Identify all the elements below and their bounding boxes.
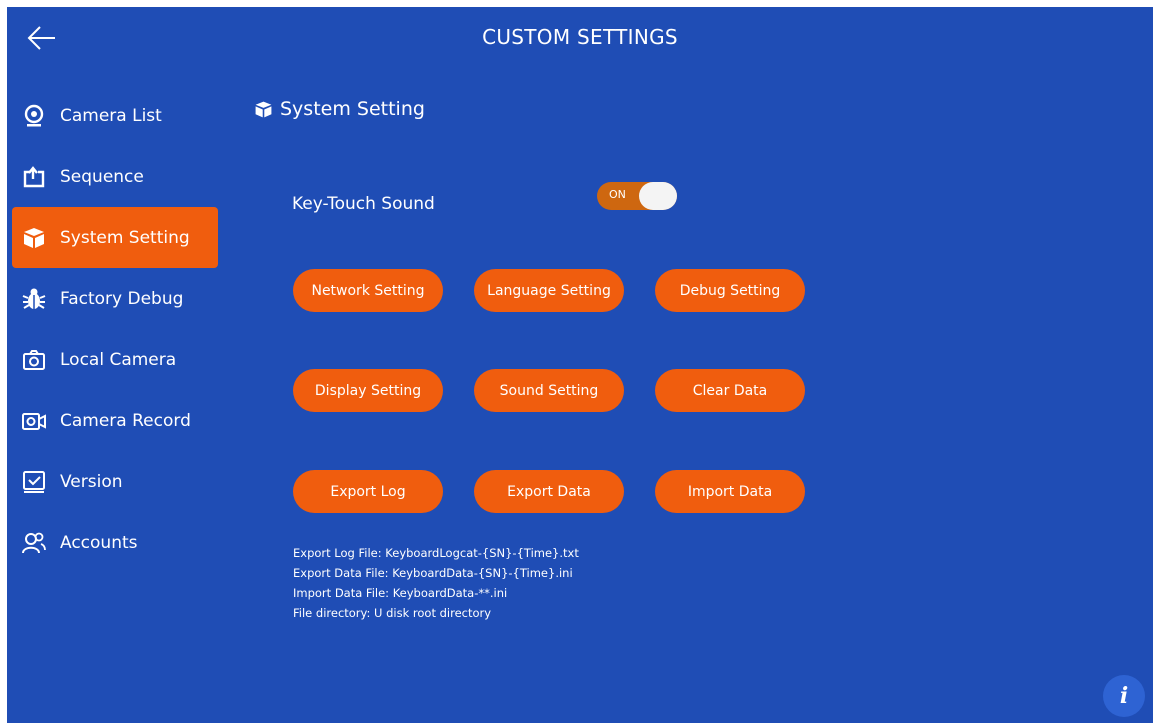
sidebar-item-label: Camera Record [60,410,191,431]
section-title-label: System Setting [280,98,425,120]
users-icon [22,531,46,555]
webcam-icon [22,104,46,128]
info-icon: i [1119,683,1129,709]
version-icon [22,470,46,494]
info-button[interactable]: i [1103,675,1145,717]
display-setting-button[interactable]: Display Setting [293,369,443,412]
language-setting-button[interactable]: Language Setting [474,269,624,312]
sidebar-item-label: System Setting [60,227,190,248]
sidebar-item-camera-record[interactable]: Camera Record [12,390,218,451]
sidebar-item-local-camera[interactable]: Local Camera [12,329,218,390]
export-log-button[interactable]: Export Log [293,470,443,513]
debug-setting-button[interactable]: Debug Setting [655,269,805,312]
sidebar-item-label: Sequence [60,166,144,187]
note-line: Export Data File: KeyboardData-{SN}-{Tim… [293,566,573,580]
sidebar-item-sequence[interactable]: Sequence [12,146,218,207]
sequence-icon [22,165,46,189]
note-line: Export Log File: KeyboardLogcat-{SN}-{Ti… [293,546,579,560]
sidebar: Camera List Sequence System Setting Fact… [12,85,218,573]
sidebar-item-version[interactable]: Version [12,451,218,512]
export-data-button[interactable]: Export Data [474,470,624,513]
page-title: CUSTOM SETTINGS [482,25,678,49]
sidebar-item-label: Camera List [60,105,162,126]
clear-data-button[interactable]: Clear Data [655,369,805,412]
sidebar-item-system-setting[interactable]: System Setting [12,207,218,268]
network-setting-button[interactable]: Network Setting [293,269,443,312]
note-line: File directory: U disk root directory [293,606,492,620]
toggle-knob [639,182,677,210]
sidebar-item-label: Accounts [60,532,138,553]
sidebar-item-label: Version [60,471,123,492]
note-line: Import Data File: KeyboardData-**.ini [293,586,508,600]
key-touch-sound-toggle[interactable]: ON [597,182,677,210]
box-icon [255,101,272,117]
sidebar-item-accounts[interactable]: Accounts [12,512,218,573]
camera-icon [22,348,46,372]
sidebar-item-camera-list[interactable]: Camera List [12,85,218,146]
sound-setting-button[interactable]: Sound Setting [474,369,624,412]
box-icon [22,226,46,250]
sidebar-item-label: Factory Debug [60,288,184,309]
sidebar-item-label: Local Camera [60,349,177,370]
settings-screen: CUSTOM SETTINGS Camera List Sequence Sys… [7,7,1153,723]
key-touch-sound-label: Key-Touch Sound [292,194,435,214]
video-camera-icon [22,409,46,433]
bug-icon [22,287,46,311]
import-data-button[interactable]: Import Data [655,470,805,513]
file-notes: Export Log File: KeyboardLogcat-{SN}-{Ti… [293,543,579,623]
sidebar-item-factory-debug[interactable]: Factory Debug [12,268,218,329]
section-title: System Setting [254,98,425,120]
toggle-state-text: ON [609,188,626,201]
